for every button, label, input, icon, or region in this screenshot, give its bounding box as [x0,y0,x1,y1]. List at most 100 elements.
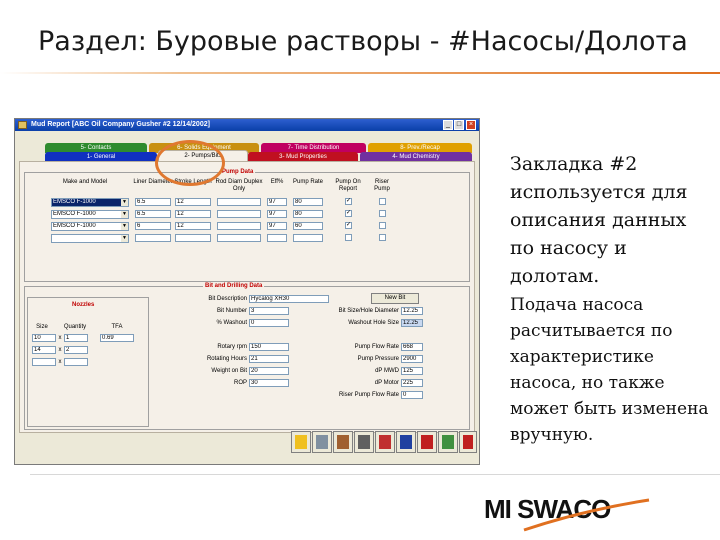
help-button[interactable] [291,431,311,453]
liner-diameter-input[interactable]: 6.5 [135,210,171,218]
chevron-down-icon[interactable]: ▼ [121,235,128,242]
rod-diameter-input[interactable] [217,210,261,218]
riser-pump-checkbox[interactable] [379,222,386,229]
efficiency-input[interactable]: 97 [267,198,287,206]
pump-model-value: EMSCO F-1000 [53,199,96,205]
chevron-down-icon[interactable]: ▼ [121,211,128,218]
save-button[interactable] [396,431,416,453]
liner-diameter-input[interactable] [135,234,171,242]
riser-pump-checkbox[interactable] [379,234,386,241]
calculator-button[interactable] [354,431,374,453]
weight-on-bit-input[interactable]: 20 [249,367,289,375]
riser-pump-checkbox[interactable] [379,210,386,217]
liner-diameter-input[interactable]: 6.5 [135,198,171,206]
header-rod-diam: Rod Diam Duplex Only [215,179,263,192]
exit-icon [463,435,473,449]
tab-content: Pump Data Make and Model Liner Diameter … [19,161,475,433]
pump-on-report-checkbox[interactable]: ✓ [345,222,352,229]
nozzle-quantity-input[interactable]: 2 [64,346,88,354]
nozzle-quantity-input[interactable]: 1 [64,334,88,342]
dp-motor-label: dP Motor [374,380,399,386]
nozzle-size-input[interactable] [32,358,56,366]
bit-description-label: Bit Description [208,296,247,302]
mi-swaco-logo: MI SWACO [484,490,664,534]
rod-diameter-input[interactable] [217,234,261,242]
pump-model-value: EMSCO F-1000 [53,211,96,217]
rop-input[interactable]: 30 [249,379,289,387]
help-icon [295,435,307,449]
dp-motor-input[interactable]: 225 [401,379,423,387]
pump-model-select[interactable]: EMSCO F-1000 ▼ [51,222,129,231]
multiply-label: x [58,347,62,353]
dp-mwd-label: dP MWD [375,368,399,374]
pump-model-select[interactable]: ▼ [51,234,129,243]
nozzle-size-input[interactable]: 10 [32,334,56,342]
efficiency-input[interactable] [267,234,287,242]
stroke-length-input[interactable]: 12 [175,198,211,206]
report-button[interactable] [333,431,353,453]
chevron-down-icon[interactable]: ▼ [121,223,128,230]
riser-pump-checkbox[interactable] [379,198,386,205]
close-button[interactable]: × [466,120,476,130]
grid-button[interactable] [417,431,437,453]
pump-pressure-label: Pump Pressure [357,356,399,362]
efficiency-input[interactable]: 97 [267,210,287,218]
header-pump-rate: Pump Rate [293,179,324,185]
nozzle-quantity-header: Quantity [63,324,87,330]
rod-diameter-input[interactable] [217,198,261,206]
pump-data-panel: Pump Data Make and Model Liner Diameter … [24,169,470,282]
nozzle-quantity-input[interactable] [64,358,88,366]
slide-title: Раздел: Буровые растворы - #Насосы/Долот… [38,26,688,57]
pump-rate-input[interactable]: 60 [293,222,323,230]
pump-model-select[interactable]: EMSCO F-1000 ▼ [51,198,129,207]
rod-diameter-input[interactable] [217,222,261,230]
stroke-length-input[interactable]: 12 [175,210,211,218]
bit-number-input[interactable]: 3 [249,307,289,315]
grid-icon [421,435,433,449]
nozzles-title: Nozzles [72,302,95,308]
washout-hole-size-value: 12.25 [401,319,423,327]
bit-size-input[interactable]: 12.25 [401,307,423,315]
grid-data-button[interactable] [438,431,458,453]
nozzles-panel: Nozzles Size Quantity TFA 10 x 1 0.69 14… [27,297,149,427]
maximize-button[interactable]: □ [454,120,464,130]
description: Закладка #2 используется для описания да… [510,150,715,448]
liner-diameter-input[interactable]: 6 [135,222,171,230]
header-pump-on-report: Pump On Report [335,179,361,192]
washout-hole-size-label: Washout Hole Size [348,320,399,326]
rotating-hours-input[interactable]: 21 [249,355,289,363]
minimize-button[interactable]: _ [443,120,453,130]
description-para-1: Закладка #2 используется для описания да… [510,153,688,287]
pump-pressure-input[interactable]: 2900 [401,355,423,363]
efficiency-input[interactable]: 97 [267,222,287,230]
pump-model-select[interactable]: EMSCO F-1000 ▼ [51,210,129,219]
stroke-length-input[interactable]: 12 [175,222,211,230]
exit-button[interactable] [459,431,477,453]
pump-flow-rate-input[interactable]: 668 [401,343,423,351]
dp-mwd-input[interactable]: 125 [401,367,423,375]
washout-input[interactable]: 0 [249,319,289,327]
window-titlebar: Mud Report [ABC Oil Company Gusher #2 12… [15,119,479,131]
save-icon [400,435,412,449]
pump-on-report-checkbox[interactable]: ✓ [345,198,352,205]
washout-label: % Washout [216,320,247,326]
rotary-rpm-label: Rotary rpm [217,344,247,350]
chevron-down-icon[interactable]: ▼ [121,199,128,206]
pump-rate-input[interactable] [293,234,323,242]
copy-button[interactable] [375,431,395,453]
riser-pump-flow-label: Riser Pump Flow Rate [338,392,399,398]
pump-rate-input[interactable]: 80 [293,210,323,218]
new-bit-button[interactable]: New Bit [371,293,419,304]
header-eff: Eff% [270,179,284,185]
pump-on-report-checkbox[interactable]: ✓ [345,210,352,217]
stroke-length-input[interactable] [175,234,211,242]
rotary-rpm-input[interactable]: 150 [249,343,289,351]
pump-model-value: EMSCO F-1000 [53,223,96,229]
pump-on-report-checkbox[interactable] [345,234,352,241]
tab-highlight-circle [155,140,225,186]
riser-pump-flow-input[interactable]: 0 [401,391,423,399]
pump-rate-input[interactable]: 80 [293,198,323,206]
bit-description-input[interactable]: Hycalog XR30 [249,295,329,303]
nozzle-size-input[interactable]: 14 [32,346,56,354]
print-button[interactable] [312,431,332,453]
